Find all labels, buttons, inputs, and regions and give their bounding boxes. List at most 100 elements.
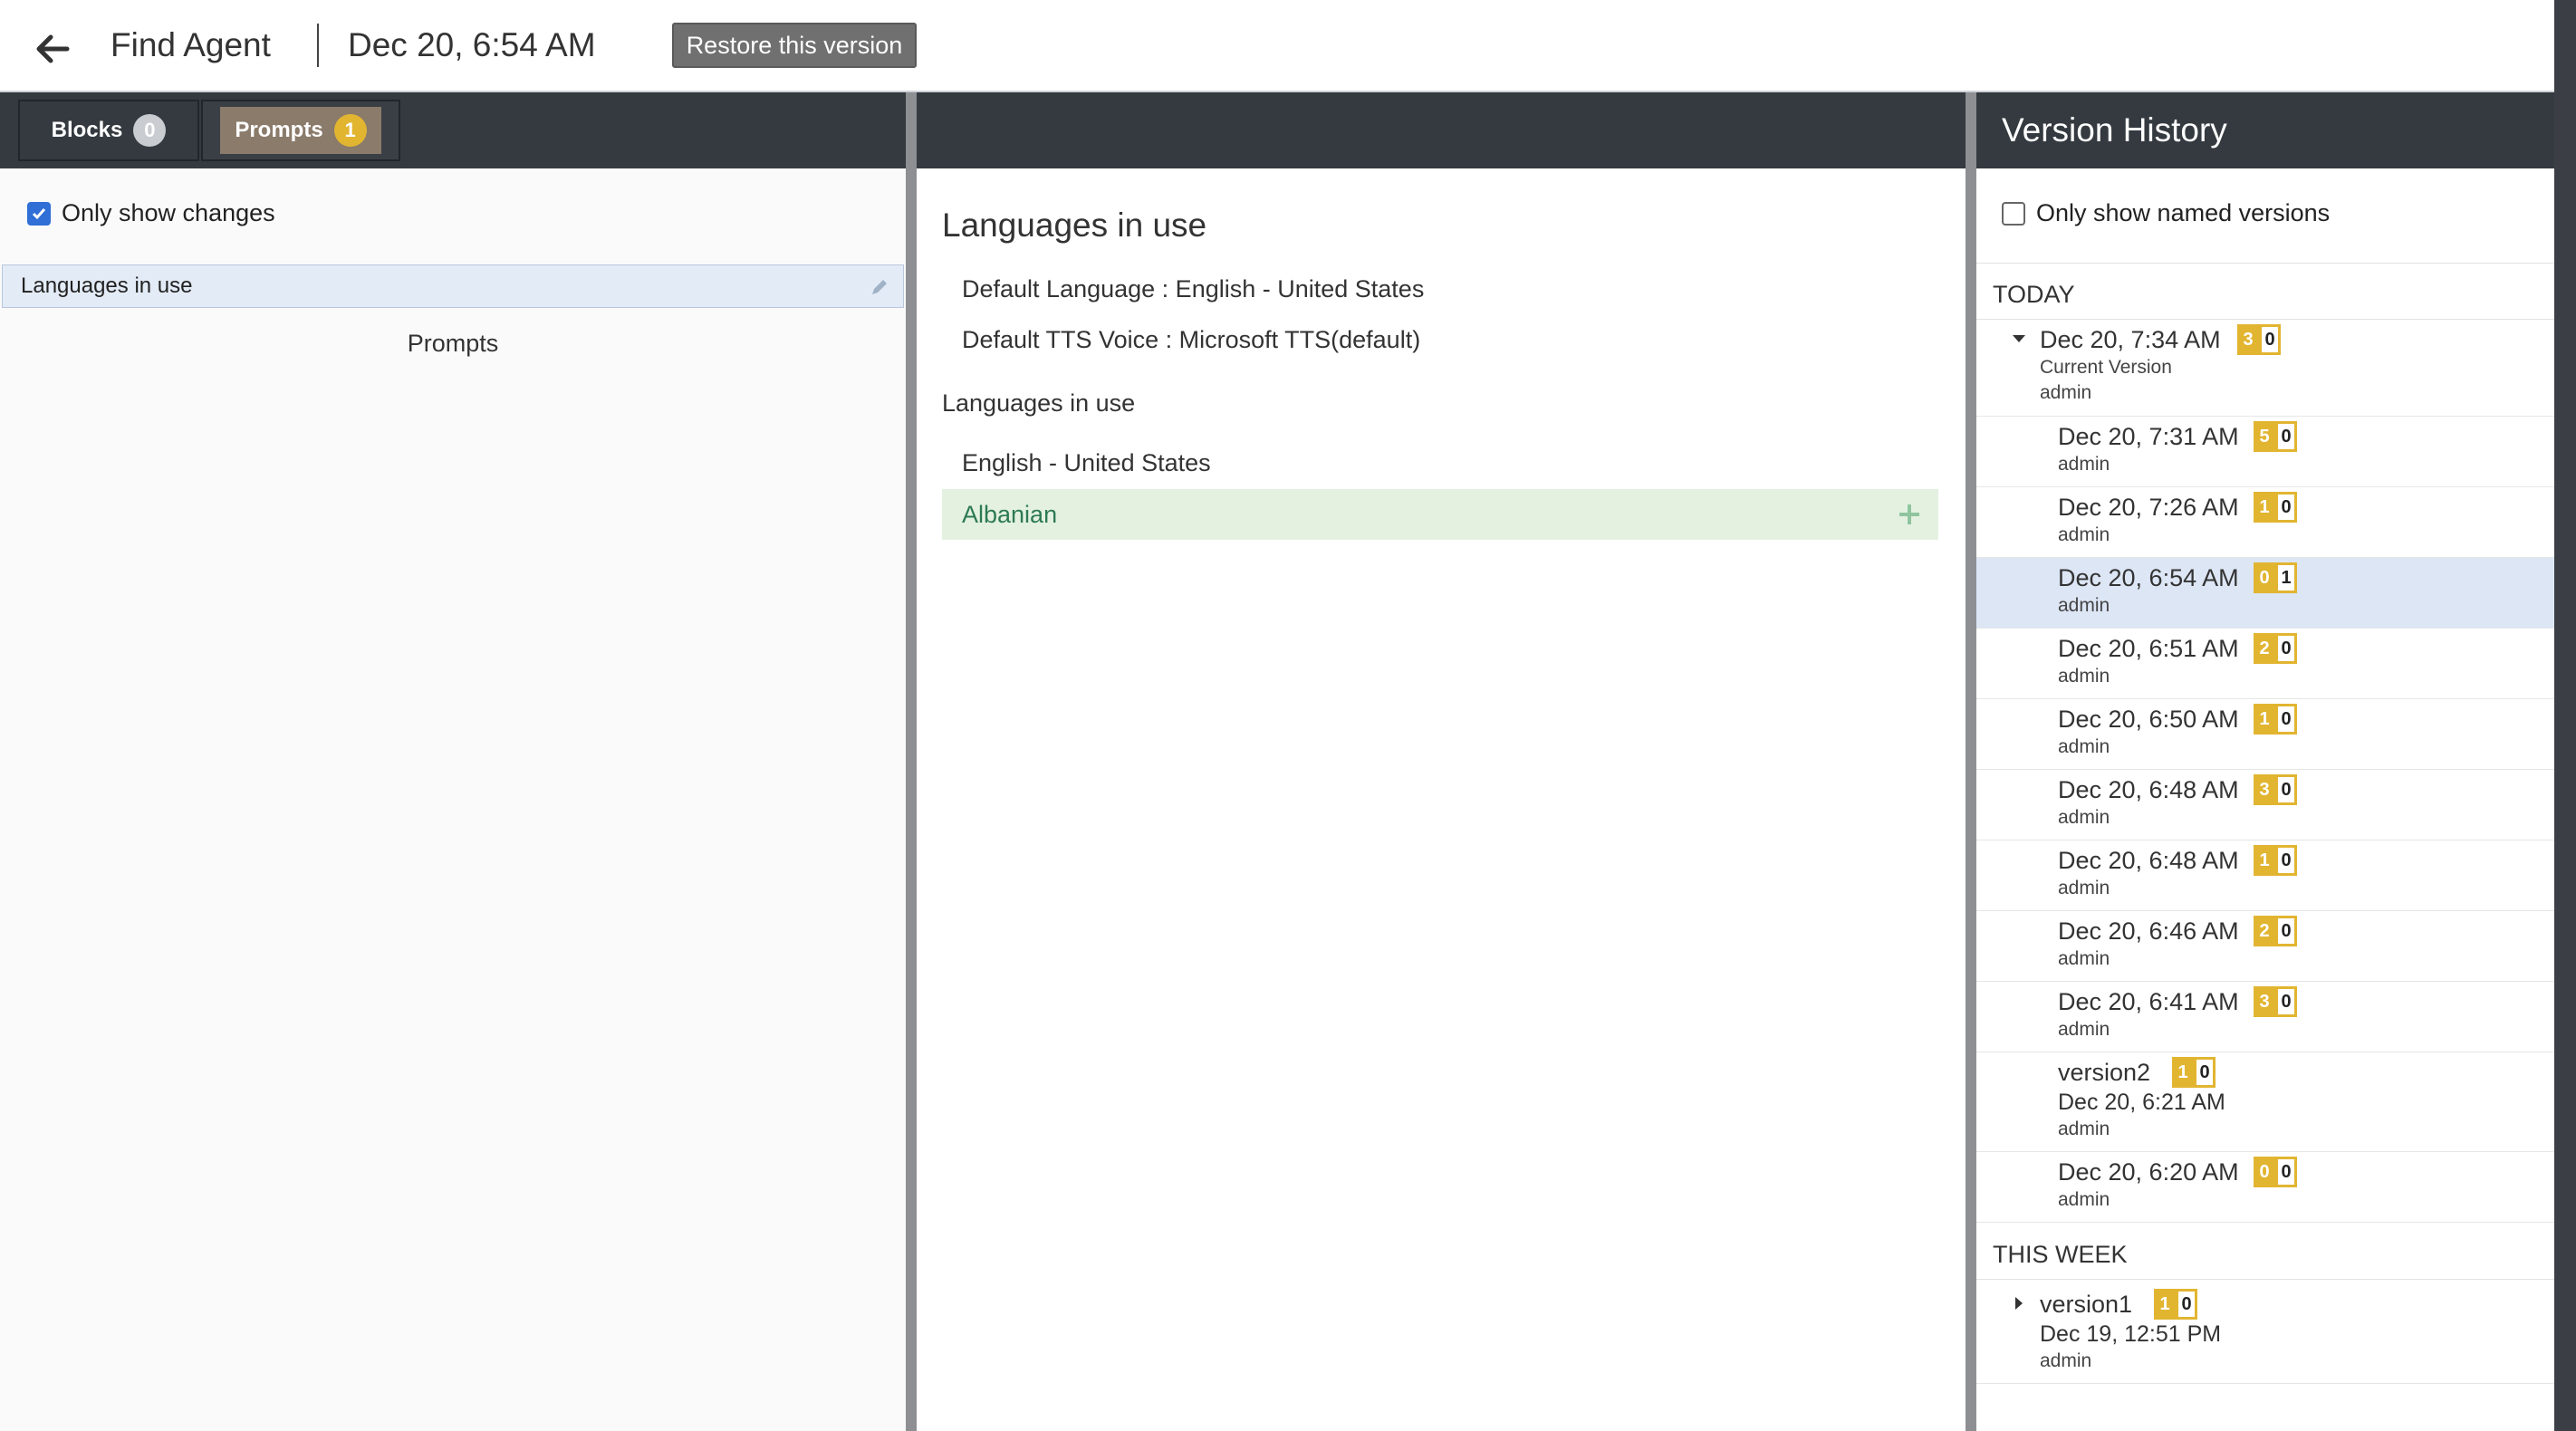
section-today: TODAY <box>1993 281 2075 308</box>
version-author: admin <box>2058 666 2110 687</box>
version-change-counts: 10 <box>2254 704 2297 735</box>
version-author: admin <box>2058 878 2110 898</box>
restore-version-button[interactable]: Restore this version <box>672 23 917 68</box>
version-title: Dec 20, 7:26 AM <box>2058 494 2239 521</box>
version-item[interactable]: Dec 20, 6:46 AM 2 0 admin <box>1976 911 2554 982</box>
default-tts-voice: Default TTS Voice : Microsoft TTS(defaul… <box>962 326 1421 353</box>
left-panel: Blocks 0 Prompts 1 Only show changes Lan… <box>0 92 906 1431</box>
added-count: 1 <box>2172 1057 2194 1088</box>
caret-right-icon[interactable] <box>2011 1295 2027 1311</box>
version-author: admin <box>2058 524 2110 545</box>
tab-bar: Blocks 0 Prompts 1 <box>0 92 906 168</box>
version-item[interactable]: version2 1 0 Dec 20, 6:21 AM admin <box>1976 1052 2554 1152</box>
check-icon <box>32 207 46 219</box>
caret-down-icon[interactable] <box>2011 331 2027 347</box>
tab-prompts-label: Prompts <box>235 118 323 142</box>
tab-blocks-label: Blocks <box>51 118 123 142</box>
list-item-languages-in-use[interactable]: Languages in use <box>2 264 904 308</box>
version-item[interactable]: Dec 20, 7:26 AM 1 0 admin <box>1976 487 2554 558</box>
version-item[interactable]: Dec 20, 6:51 AM 2 0 admin <box>1976 629 2554 699</box>
removed-count: 0 <box>2275 492 2297 523</box>
title-separator <box>317 24 319 67</box>
version-item[interactable]: Dec 20, 6:48 AM 3 0 admin <box>1976 770 2554 840</box>
separator <box>1976 263 2554 264</box>
removed-count: 0 <box>2275 633 2297 664</box>
version-title: Dec 20, 6:46 AM <box>2058 917 2239 945</box>
panel-divider-left[interactable] <box>906 92 917 1431</box>
plus-icon <box>1899 504 1919 524</box>
only-named-versions[interactable]: Only show named versions <box>2002 199 2330 227</box>
section-this-week: THIS WEEK <box>1993 1241 2128 1268</box>
version-item[interactable]: Dec 20, 6:54 AM 0 1 admin <box>1976 558 2554 629</box>
version-author: admin <box>2040 1350 2092 1371</box>
only-changes-label: Only show changes <box>62 199 275 226</box>
added-count: 1 <box>2154 1289 2176 1320</box>
version-item[interactable]: Dec 20, 7:31 AM 5 0 admin <box>1976 417 2554 487</box>
tab-prompts[interactable]: Prompts 1 <box>201 100 400 161</box>
version-author: admin <box>2058 595 2110 616</box>
removed-count: 0 <box>2275 916 2297 946</box>
version-change-counts: 50 <box>2254 421 2297 452</box>
version-change-counts: 30 <box>2237 324 2281 355</box>
version-author: admin <box>2058 736 2110 757</box>
version-item[interactable]: Dec 20, 6:41 AM 3 0 admin <box>1976 982 2554 1052</box>
removed-count: 0 <box>2275 704 2297 735</box>
added-count: 0 <box>2254 1157 2275 1187</box>
added-count: 1 <box>2254 704 2275 735</box>
languages-subheading: Languages in use <box>942 389 1136 417</box>
version-item[interactable]: version1 1 0 Dec 19, 12:51 PM admin <box>1976 1284 2554 1384</box>
version-title: Dec 20, 6:50 AM <box>2058 706 2239 733</box>
version-item[interactable]: Dec 20, 6:48 AM 1 0 admin <box>1976 840 2554 911</box>
pencil-icon <box>872 280 887 294</box>
version-change-counts: 30 <box>2254 774 2297 805</box>
version-subtitle: Dec 19, 12:51 PM <box>2040 1321 2222 1347</box>
top-header: Find Agent Dec 20, 6:54 AM Restore this … <box>0 0 2554 92</box>
center-panel: Languages in use Default Language : Engl… <box>917 92 1966 1431</box>
version-title: Dec 20, 6:41 AM <box>2058 988 2239 1015</box>
version-item[interactable]: Dec 20, 7:34 AM 3 0 Current Version admin <box>1976 320 2554 417</box>
tab-blocks-count: 0 <box>133 114 167 147</box>
section-label-prompts: Prompts <box>407 330 499 357</box>
only-changes-checkbox[interactable] <box>27 201 51 226</box>
version-author: admin <box>2040 382 2092 403</box>
removed-count: 1 <box>2275 562 2297 593</box>
version-author: admin <box>2058 1019 2110 1040</box>
named-versions-label: Only show named versions <box>2036 199 2331 226</box>
version-title: Dec 20, 6:48 AM <box>2058 776 2239 803</box>
added-count: 0 <box>2254 562 2275 593</box>
default-language: Default Language : English - United Stat… <box>962 275 1425 303</box>
back-button[interactable] <box>31 27 74 71</box>
version-author: admin <box>2058 948 2110 969</box>
added-count: 1 <box>2254 845 2275 876</box>
version-title: version2 <box>2058 1059 2151 1086</box>
removed-count: 0 <box>2275 986 2297 1017</box>
version-history-panel: Version History Only show named versions… <box>1976 92 2554 1431</box>
removed-count: 0 <box>2194 1057 2216 1088</box>
panel-divider-right[interactable] <box>1966 92 1976 1431</box>
version-change-counts: 10 <box>2172 1057 2216 1088</box>
version-title: version1 <box>2040 1291 2133 1318</box>
window-scrollbar[interactable] <box>2554 0 2576 1431</box>
only-show-changes[interactable]: Only show changes <box>27 199 275 227</box>
version-title: Dec 20, 6:48 AM <box>2058 847 2239 874</box>
added-count: 3 <box>2237 324 2259 355</box>
version-author: admin <box>2058 807 2110 828</box>
language-item-added: Albanian <box>942 489 1938 540</box>
tab-blocks[interactable]: Blocks 0 <box>18 100 199 161</box>
version-change-counts: 30 <box>2254 986 2297 1017</box>
list-item-label: Languages in use <box>21 274 193 298</box>
tab-prompts-inner: Prompts 1 <box>220 107 381 154</box>
added-count: 3 <box>2254 774 2275 805</box>
removed-count: 0 <box>2275 774 2297 805</box>
named-versions-checkbox[interactable] <box>2002 201 2025 226</box>
version-author: admin <box>2058 1189 2110 1210</box>
version-item[interactable]: Dec 20, 6:50 AM 1 0 admin <box>1976 699 2554 770</box>
added-count: 3 <box>2254 986 2275 1017</box>
page-title: Find Agent <box>111 26 271 63</box>
version-change-counts: 10 <box>2154 1289 2197 1320</box>
version-change-counts: 10 <box>2254 492 2297 523</box>
removed-count: 0 <box>2275 845 2297 876</box>
tab-prompts-count: 1 <box>333 114 367 147</box>
version-author: admin <box>2058 454 2110 475</box>
version-item[interactable]: Dec 20, 6:20 AM 0 0 admin <box>1976 1152 2554 1223</box>
